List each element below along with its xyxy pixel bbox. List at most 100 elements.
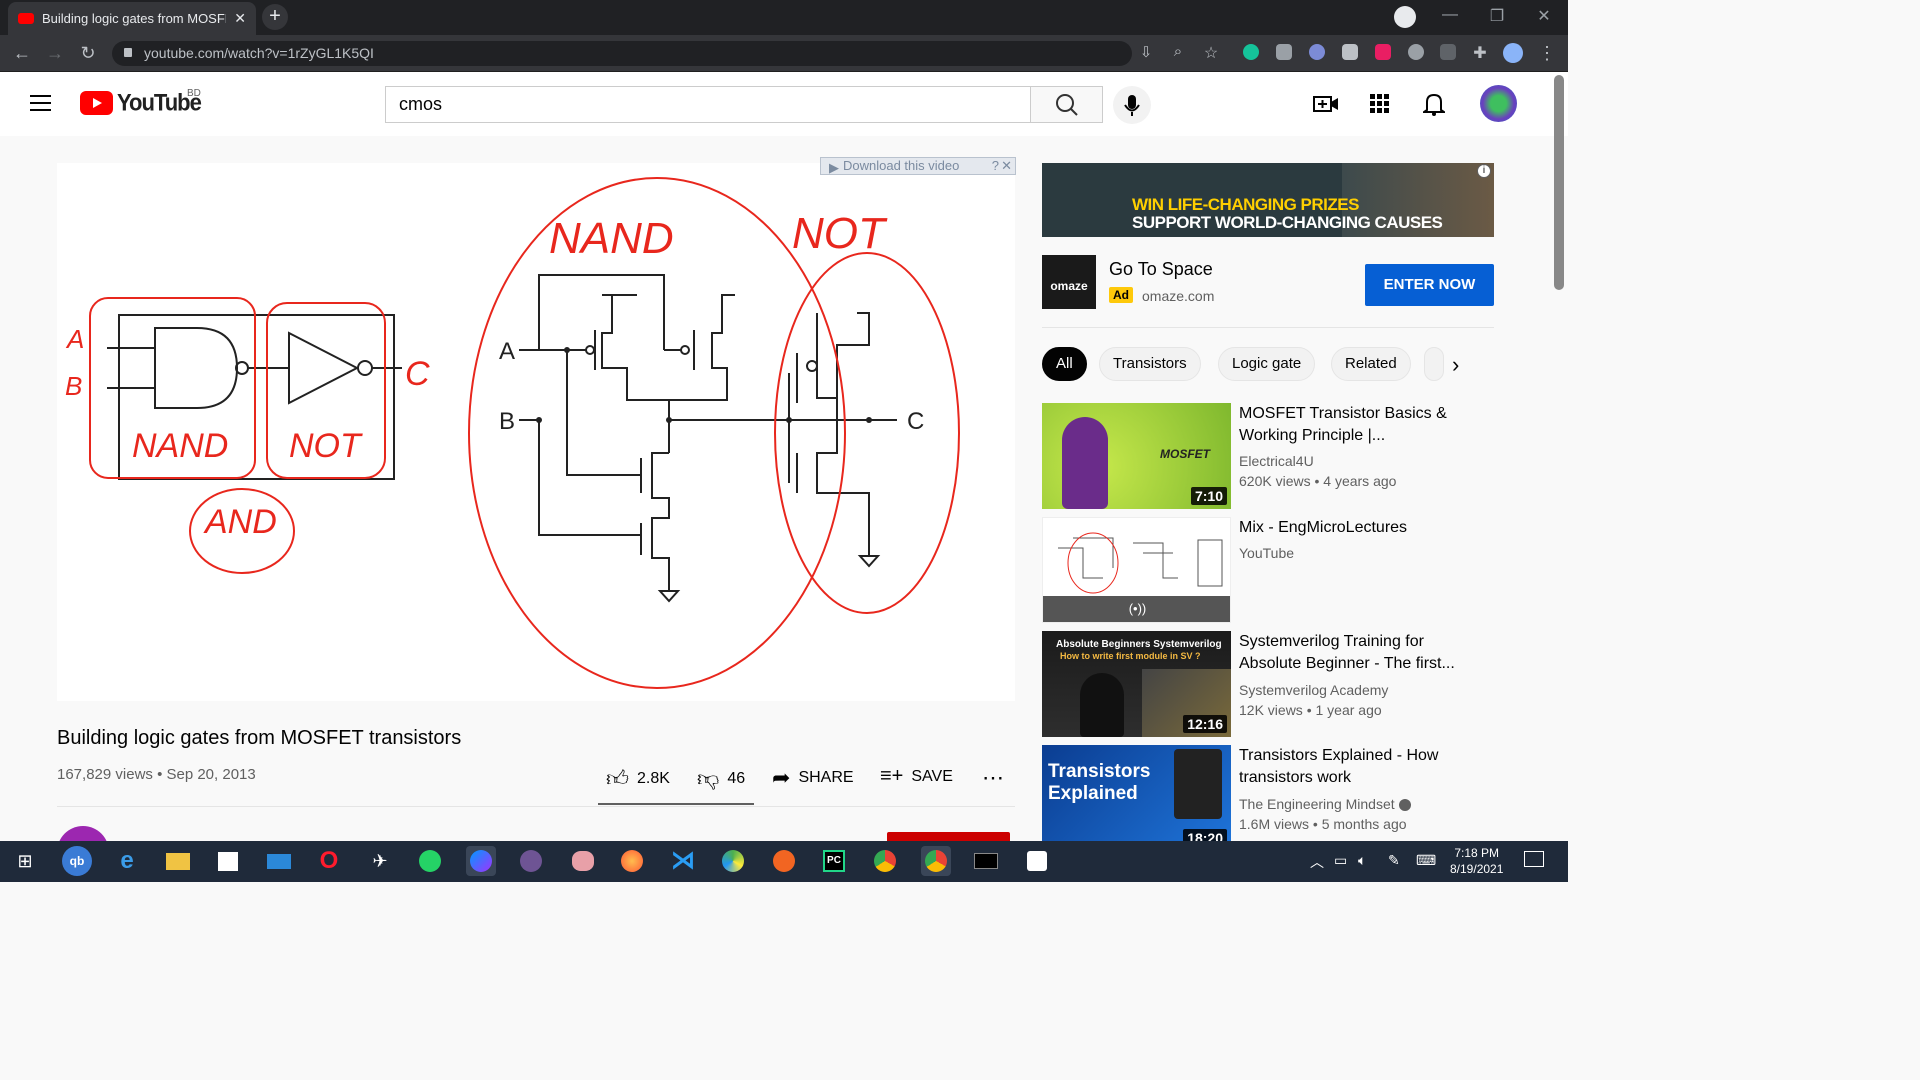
- download-extension-icon[interactable]: [1408, 44, 1424, 60]
- forward-icon[interactable]: →: [44, 43, 66, 64]
- whatsapp-icon[interactable]: [415, 846, 445, 876]
- chip-logic-gate[interactable]: Logic gate: [1218, 347, 1316, 381]
- app-icon-satellite[interactable]: ✈: [365, 846, 395, 876]
- qb-app-icon[interactable]: qb: [62, 846, 92, 876]
- app-icon-brain[interactable]: [567, 846, 597, 876]
- profile-avatar[interactable]: [1503, 43, 1523, 63]
- network-icon[interactable]: ▭: [1334, 852, 1347, 869]
- rec-channel[interactable]: The Engineering Mindset: [1239, 796, 1411, 812]
- camera-extension-icon[interactable]: [1276, 44, 1292, 60]
- mail-icon[interactable]: [264, 846, 294, 876]
- app-icon-snip[interactable]: [1022, 846, 1052, 876]
- minimize-icon[interactable]: —: [1440, 6, 1460, 24]
- extensions-puzzle-icon[interactable]: ✚: [1469, 43, 1491, 63]
- url-field[interactable]: youtube.com/watch?v=1rZyGL1K5QI: [112, 41, 1132, 66]
- ad-title[interactable]: Go To Space: [1109, 259, 1213, 280]
- share-button[interactable]: ➦ SHARE: [772, 765, 854, 791]
- messenger-icon[interactable]: [466, 846, 496, 876]
- extension-icon-7[interactable]: [1440, 44, 1456, 60]
- search-button[interactable]: [1030, 86, 1103, 123]
- browser-tab[interactable]: Building logic gates from MOSFE ✕: [8, 2, 256, 35]
- reload-icon[interactable]: ↻: [77, 43, 99, 64]
- new-tab-button[interactable]: +: [262, 4, 288, 30]
- notifications-button[interactable]: [1420, 92, 1448, 121]
- account-avatar[interactable]: [1480, 85, 1517, 122]
- github-icon[interactable]: [516, 846, 546, 876]
- flag-extension-icon[interactable]: [1375, 44, 1391, 60]
- like-ratio-bar: [598, 803, 754, 805]
- pycharm-icon[interactable]: PC: [819, 846, 849, 876]
- rec-item[interactable]: MOSFET 7:10 MOSFET Transistor Basics & W…: [1042, 403, 1494, 509]
- close-window-icon[interactable]: ✕: [1534, 6, 1554, 26]
- tray-chevron-icon[interactable]: ︿: [1310, 852, 1324, 872]
- rec-thumbnail[interactable]: (•)): [1042, 517, 1231, 623]
- extension-icon-3[interactable]: [1309, 44, 1325, 60]
- rec-item[interactable]: (•)) Mix - EngMicroLectures YouTube: [1042, 517, 1494, 623]
- apps-grid-button[interactable]: [1370, 94, 1390, 119]
- wb-label-and: AND: [203, 503, 277, 541]
- ad-banner[interactable]: WIN LIFE-CHANGING PRIZES SUPPORT WORLD-C…: [1042, 163, 1494, 237]
- file-explorer-icon[interactable]: [163, 846, 193, 876]
- firefox-icon[interactable]: [617, 846, 647, 876]
- extension-icon-4[interactable]: [1342, 44, 1358, 60]
- rec-thumbnail[interactable]: Transistors Explained 18:20: [1042, 745, 1231, 841]
- rec-item[interactable]: Transistors Explained 18:20 Transistors …: [1042, 745, 1494, 841]
- rec-title[interactable]: MOSFET Transistor Basics & Working Princ…: [1239, 403, 1479, 447]
- help-icon[interactable]: ?: [992, 158, 999, 174]
- search-input[interactable]: cmos: [385, 86, 1031, 123]
- notification-center-icon[interactable]: [1524, 851, 1544, 867]
- windows-start-icon[interactable]: ⊞: [10, 846, 40, 876]
- more-actions-icon[interactable]: ⋯: [982, 765, 1004, 791]
- chip-related[interactable]: Related: [1331, 347, 1411, 381]
- youtube-logo[interactable]: YouTube: [80, 89, 202, 116]
- install-icon[interactable]: ⇩: [1135, 43, 1157, 61]
- rec-thumbnail[interactable]: Absolute Beginners Systemverilog How to …: [1042, 631, 1231, 737]
- app-icon-feather[interactable]: [769, 846, 799, 876]
- video-player[interactable]: A B C A B NAND NOT C AND NAND NOT: [57, 163, 1015, 701]
- grammarly-extension-icon[interactable]: [1243, 44, 1259, 60]
- restore-icon[interactable]: ❐: [1487, 6, 1507, 26]
- like-button[interactable]: 👍︎ 2.8K: [606, 765, 670, 792]
- store-icon[interactable]: [213, 846, 243, 876]
- chrome-menu-icon[interactable]: ⋮: [1536, 43, 1558, 64]
- rec-title[interactable]: Transistors Explained - How transistors …: [1239, 745, 1479, 789]
- voice-search-button[interactable]: [1113, 86, 1151, 124]
- pen-icon[interactable]: ✎: [1388, 852, 1400, 869]
- volume-icon[interactable]: 🔈︎: [1358, 852, 1366, 869]
- close-tab-icon[interactable]: ✕: [234, 10, 246, 27]
- keyboard-icon[interactable]: ⌨: [1416, 852, 1436, 869]
- page-scrollbar[interactable]: [1554, 75, 1564, 290]
- vscode-icon[interactable]: ⋊: [668, 846, 698, 876]
- chip-next-icon[interactable]: ›: [1452, 352, 1459, 378]
- hamburger-menu-icon[interactable]: [30, 95, 51, 111]
- enter-now-button[interactable]: ENTER NOW: [1365, 264, 1494, 306]
- ad-info-icon[interactable]: i: [1477, 164, 1491, 178]
- taskbar-clock[interactable]: 7:18 PM 8/19/2021: [1450, 845, 1503, 877]
- zoom-icon[interactable]: ⌕: [1167, 43, 1189, 60]
- rec-channel[interactable]: Systemverilog Academy: [1239, 682, 1388, 698]
- chip-partial[interactable]: [1424, 347, 1444, 381]
- close-download-icon[interactable]: ✕: [1001, 158, 1012, 174]
- back-icon[interactable]: ←: [11, 43, 33, 64]
- chip-all[interactable]: All: [1042, 347, 1087, 381]
- rec-channel[interactable]: YouTube: [1239, 545, 1294, 561]
- create-video-button[interactable]: [1313, 93, 1339, 120]
- opera-icon[interactable]: O: [314, 846, 344, 876]
- rec-thumbnail[interactable]: MOSFET 7:10: [1042, 403, 1231, 509]
- rec-item[interactable]: Absolute Beginners Systemverilog How to …: [1042, 631, 1494, 737]
- chip-transistors[interactable]: Transistors: [1099, 347, 1201, 381]
- download-video-bar[interactable]: ▶ Download this video ? ✕: [820, 157, 1016, 175]
- chrome-active-icon[interactable]: [921, 846, 951, 876]
- bookmark-star-icon[interactable]: ☆: [1200, 43, 1222, 63]
- rec-title[interactable]: Mix - EngMicroLectures: [1239, 517, 1479, 539]
- chrome-icon[interactable]: [870, 846, 900, 876]
- edge-icon[interactable]: e: [112, 846, 142, 876]
- save-button[interactable]: ≡+ SAVE: [880, 765, 953, 788]
- tab-search-icon[interactable]: [1394, 6, 1416, 28]
- bell-icon: [1420, 93, 1448, 116]
- terminal-icon[interactable]: [971, 846, 1001, 876]
- rec-channel[interactable]: Electrical4U: [1239, 453, 1314, 469]
- app-icon-globe[interactable]: [718, 846, 748, 876]
- rec-title[interactable]: Systemverilog Training for Absolute Begi…: [1239, 631, 1479, 675]
- dislike-button[interactable]: 👎︎ 46: [697, 765, 745, 792]
